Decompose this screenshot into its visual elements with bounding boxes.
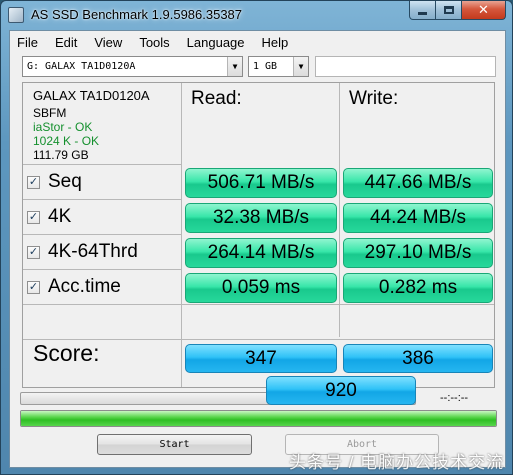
drive-select-value: G: GALAX TA1D0120A — [27, 61, 136, 72]
write-header: Write: — [349, 88, 399, 109]
acc-time-checkbox[interactable]: ✓ — [27, 280, 40, 294]
watermark: 头条号 / 电脑办公技术交流 — [289, 453, 505, 472]
acc-time-write-value: 0.282 ms — [343, 273, 493, 303]
chevron-down-icon[interactable]: ▼ — [293, 57, 308, 76]
minimize-button[interactable] — [409, 1, 436, 20]
menu-tools[interactable]: Tools — [139, 35, 169, 50]
total-progress-bar — [20, 410, 497, 427]
read-header: Read: — [191, 88, 242, 109]
results-grid: GALAX TA1D0120A SBFM iaStor - OK 1024 K … — [22, 82, 495, 405]
caption-buttons: ✕ — [409, 1, 506, 21]
check-icon: ✓ — [28, 280, 39, 293]
row-label-seq: ✓ Seq — [27, 165, 82, 199]
score-label: Score: — [33, 340, 100, 366]
4k-read-value: 32.38 MB/s — [185, 203, 337, 233]
divider — [181, 83, 182, 387]
client-area: File Edit View Tools Language Help G: GA… — [9, 30, 506, 468]
total-progress-fill — [21, 411, 496, 426]
elapsed-time: --:--:-- — [440, 392, 469, 404]
4k-write-value: 44.24 MB/s — [343, 203, 493, 233]
minimize-icon — [418, 11, 427, 15]
menu-language[interactable]: Language — [187, 35, 245, 50]
check-icon: ✓ — [28, 175, 39, 188]
seq-checkbox[interactable]: ✓ — [27, 175, 40, 189]
row-name: Acc.time — [48, 276, 121, 297]
drive-capacity: 111.79 GB — [33, 148, 89, 162]
row-label-4k: ✓ 4K — [27, 200, 71, 234]
size-select[interactable]: 1 GB ▼ — [248, 56, 309, 77]
driver-status: iaStor - OK — [33, 120, 93, 134]
drive-select[interactable]: G: GALAX TA1D0120A ▼ — [22, 56, 243, 77]
close-button[interactable]: ✕ — [462, 1, 506, 20]
drive-firmware: SBFM — [33, 106, 67, 120]
divider — [339, 83, 340, 337]
row-name: 4K — [48, 206, 72, 227]
alignment-status: 1024 K - OK — [33, 134, 100, 148]
title-bar[interactable]: AS SSD Benchmark 1.9.5986.35387 ✕ — [1, 1, 512, 29]
drive-info: GALAX TA1D0120A SBFM iaStor - OK 1024 K … — [33, 88, 150, 163]
size-select-value: 1 GB — [253, 61, 278, 72]
check-icon: ✓ — [28, 210, 39, 223]
menu-view[interactable]: View — [94, 35, 122, 50]
divider — [23, 304, 494, 305]
start-button[interactable]: Start — [97, 434, 252, 455]
seq-read-value: 506.71 MB/s — [185, 168, 337, 198]
4k-checkbox[interactable]: ✓ — [27, 210, 40, 224]
seq-write-value: 447.66 MB/s — [343, 168, 493, 198]
4k-64thrd-checkbox[interactable]: ✓ — [27, 245, 40, 259]
row-label-4k-64thrd: ✓ 4K-64Thrd — [27, 235, 138, 269]
row-name: 4K-64Thrd — [48, 241, 138, 262]
chevron-down-icon[interactable]: ▼ — [227, 57, 242, 76]
app-window: AS SSD Benchmark 1.9.5986.35387 ✕ File E… — [0, 0, 513, 475]
menu-help[interactable]: Help — [262, 35, 289, 50]
empty-field — [315, 56, 496, 77]
menu-file[interactable]: File — [17, 35, 38, 50]
4k-64thrd-write-value: 297.10 MB/s — [343, 238, 493, 268]
4k-64thrd-read-value: 264.14 MB/s — [185, 238, 337, 268]
score-total-value: 920 — [266, 376, 416, 405]
score-write-value: 386 — [343, 344, 493, 373]
window-title: AS SSD Benchmark 1.9.5986.35387 — [31, 7, 243, 22]
maximize-icon — [443, 6, 454, 14]
drive-name: GALAX TA1D0120A — [33, 88, 150, 103]
score-read-value: 347 — [185, 344, 337, 373]
menu-edit[interactable]: Edit — [55, 35, 77, 50]
check-icon: ✓ — [28, 245, 39, 258]
close-icon: ✕ — [478, 2, 489, 17]
row-name: Seq — [48, 171, 82, 192]
app-icon — [8, 7, 24, 23]
menu-bar: File Edit View Tools Language Help — [10, 31, 505, 53]
acc-time-read-value: 0.059 ms — [185, 273, 337, 303]
maximize-button[interactable] — [436, 1, 462, 20]
row-label-acc-time: ✓ Acc.time — [27, 270, 121, 304]
